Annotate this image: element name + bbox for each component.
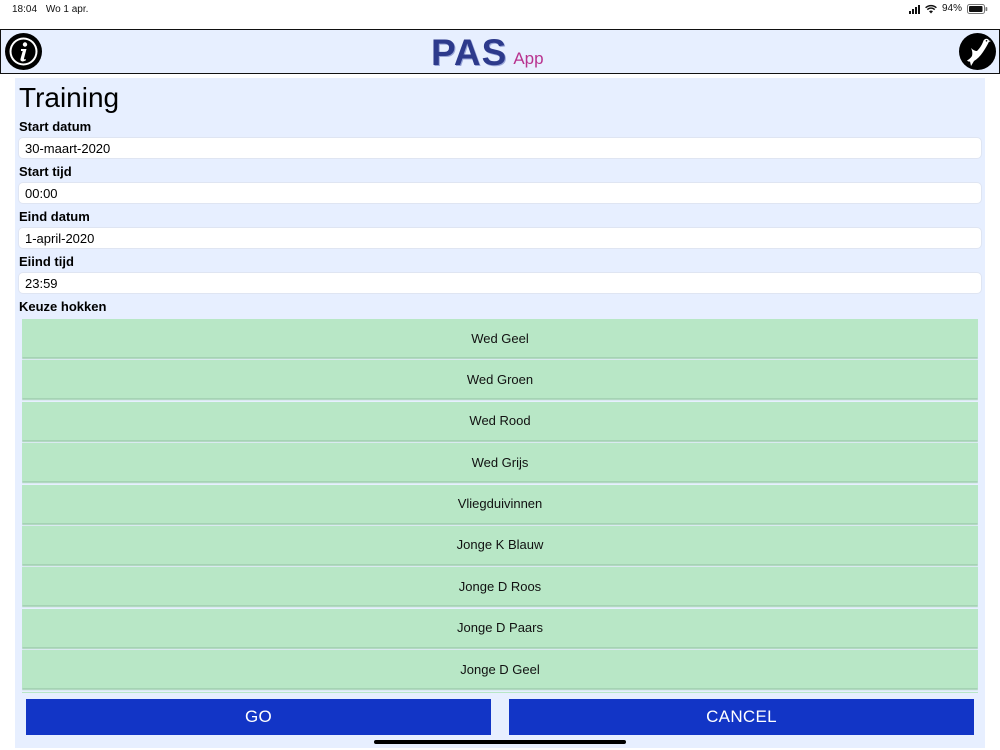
app-logo: PAS App [431, 33, 544, 71]
battery-percentage: 94% [941, 3, 962, 14]
go-button[interactable]: GO [26, 699, 491, 735]
signal-icon [908, 4, 920, 14]
loft-choice[interactable]: Wed Rood [22, 401, 978, 440]
loft-choice[interactable]: Jonge K Blauw [22, 525, 978, 564]
status-indicators: 94% [908, 3, 988, 14]
pigeon-icon [967, 38, 991, 66]
wifi-icon [925, 4, 937, 14]
info-button[interactable] [5, 33, 42, 70]
logo-main-text: PAS [431, 32, 508, 73]
loft-choice[interactable]: Wed Groen [22, 360, 978, 399]
end-date-label: Eind datum [19, 209, 90, 224]
start-time-label: Start tijd [19, 164, 72, 179]
loft-choice[interactable]: Wed Geel [22, 319, 978, 357]
app-header: PAS App [0, 29, 1000, 74]
loft-choice[interactable]: Jonge D Paars [22, 608, 978, 647]
choices-label: Keuze hokken [19, 299, 107, 314]
status-date: Wo 1 apr. [45, 4, 89, 15]
home-indicator[interactable] [374, 740, 626, 744]
status-time: 18:04 [12, 4, 38, 15]
logo-sub-text: App [513, 49, 544, 68]
start-date-field[interactable] [18, 137, 982, 159]
page-title: Training [19, 82, 120, 113]
loft-choice-partial[interactable] [22, 691, 978, 693]
start-time-field[interactable] [18, 182, 982, 204]
end-date-field[interactable] [18, 227, 982, 249]
training-form: Training Start datum Start tijd Eind dat… [15, 78, 985, 748]
loft-choice-list[interactable]: Wed Geel Wed Groen Wed Rood Wed Grijs Vl… [22, 319, 978, 693]
info-icon [9, 37, 38, 66]
loft-choice[interactable]: Wed Grijs [22, 443, 978, 482]
loft-choice[interactable]: Vliegduivinnen [22, 484, 978, 523]
loft-choice[interactable]: Jonge D Roos [22, 567, 978, 606]
start-date-label: Start datum [19, 119, 92, 134]
end-time-label: Eiind tijd [19, 254, 74, 269]
pigeon-button[interactable] [959, 33, 996, 70]
loft-choice[interactable]: Jonge D Geel [22, 650, 978, 689]
status-bar: 18:04 Wo 1 apr. 94% [0, 0, 1000, 28]
end-time-field[interactable] [18, 272, 982, 294]
status-time-date: 18:04 Wo 1 apr. [12, 4, 94, 15]
cancel-button[interactable]: CANCEL [509, 699, 974, 735]
battery-icon [967, 3, 988, 14]
